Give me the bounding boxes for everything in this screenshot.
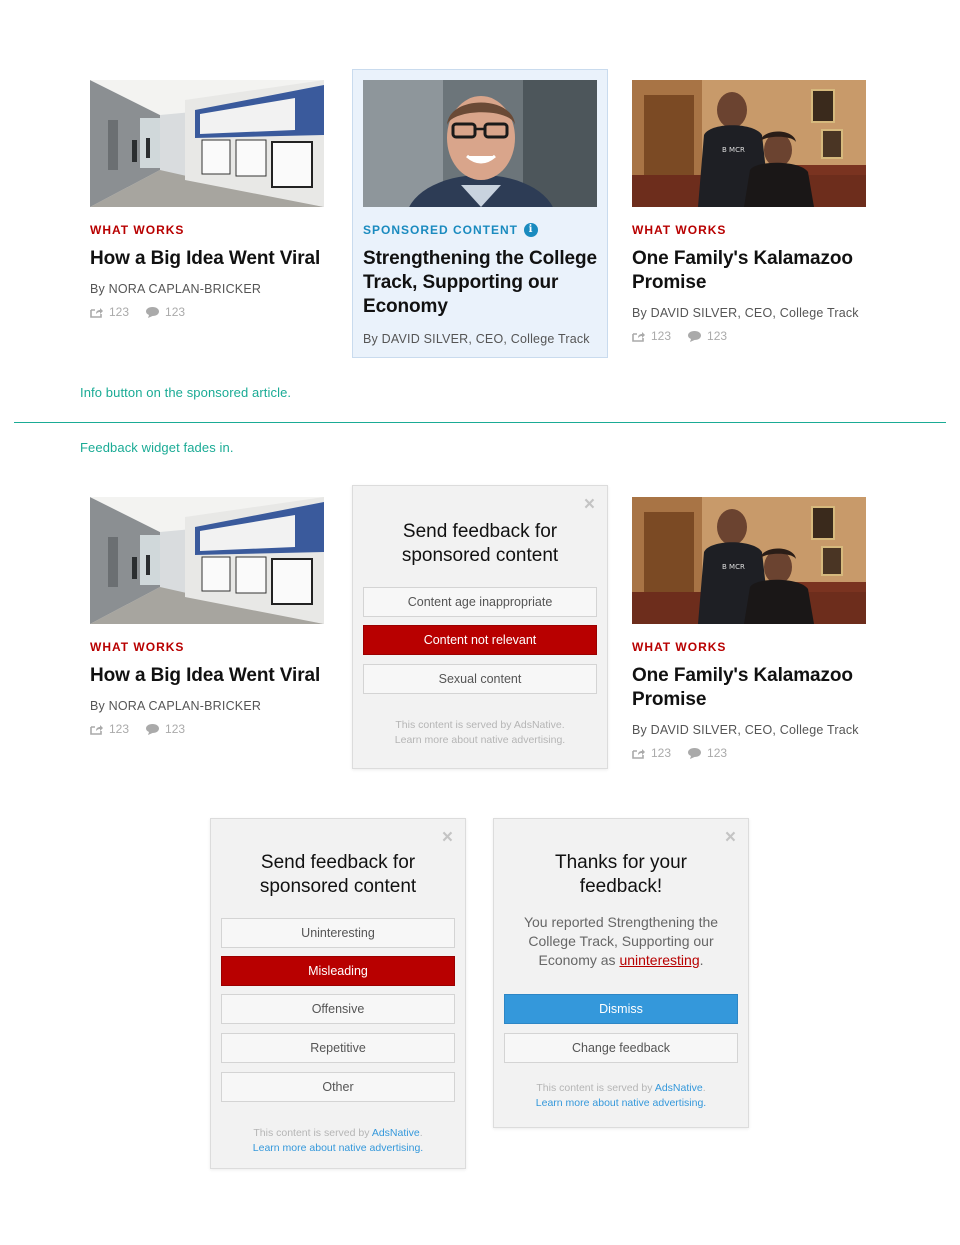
- feedback-title: Send feedback for sponsored content: [259, 852, 417, 897]
- comment-count-value: 123: [707, 329, 728, 343]
- comment-count-value: 123: [165, 305, 186, 319]
- article-meta: 123 123: [632, 745, 866, 761]
- footer-served-by: This content is served by AdsNative.: [395, 719, 565, 731]
- footer-period: .: [419, 1127, 423, 1139]
- article-meta: 123 123: [632, 328, 866, 344]
- article-kicker[interactable]: WHAT WORKS: [90, 639, 324, 655]
- feedback-title: Send feedback for sponsored content: [401, 521, 559, 566]
- article-kicker[interactable]: WHAT WORKS: [632, 639, 866, 655]
- share-count[interactable]: 123: [632, 746, 671, 760]
- sponsored-kicker: SPONSORED CONTENT i: [363, 222, 597, 238]
- article-kicker[interactable]: WHAT WORKS: [90, 222, 324, 238]
- article-meta: 123 123: [90, 304, 324, 320]
- feedback-option[interactable]: Sexual content: [363, 664, 597, 694]
- article-headline[interactable]: How a Big Idea Went Viral: [90, 247, 324, 271]
- article-byline: By DAVID SILVER, CEO, College Track: [632, 723, 859, 737]
- share-count[interactable]: 123: [632, 329, 671, 343]
- thanks-title: Thanks for your feedback!: [555, 852, 687, 897]
- feedback-option[interactable]: Uninteresting: [221, 918, 455, 948]
- hallway-photo[interactable]: [90, 497, 324, 624]
- footer-served-by: This content is served by AdsNative.: [211, 1126, 465, 1141]
- family-photo[interactable]: B MCR: [632, 497, 866, 624]
- section-divider: [14, 422, 946, 423]
- feedback-option[interactable]: Content age inappropriate: [363, 587, 597, 617]
- share-count[interactable]: 123: [90, 722, 129, 736]
- feedback-footer: This content is served by AdsNative. Lea…: [211, 1126, 465, 1156]
- feedback-options: Content age inappropriate Content not re…: [353, 587, 607, 694]
- feedback-widget-expanded: × Send feedback for sponsored content Un…: [210, 818, 466, 1169]
- share-count[interactable]: 123: [90, 305, 129, 319]
- reported-reason-link[interactable]: uninteresting: [619, 952, 699, 968]
- thanks-footer: This content is served by AdsNative. Lea…: [494, 1081, 748, 1111]
- share-icon: [632, 331, 645, 342]
- adsnative-link[interactable]: AdsNative: [372, 1127, 420, 1139]
- annotation-note: Feedback widget fades in.: [80, 440, 234, 455]
- feedback-widget: × Send feedback for sponsored content Co…: [352, 485, 608, 769]
- portrait-photo[interactable]: [363, 80, 597, 207]
- article-meta: 123 123: [90, 721, 324, 737]
- article-headline[interactable]: Strengthening the College Track, Support…: [363, 247, 597, 319]
- share-count-value: 123: [109, 305, 130, 319]
- article-headline[interactable]: One Family's Kalamazoo Promise: [632, 247, 866, 295]
- thanks-widget: × Thanks for your feedback! You reported…: [493, 818, 749, 1128]
- sponsored-article-card[interactable]: SPONSORED CONTENT i Strengthening the Co…: [363, 80, 597, 347]
- comment-count-value: 123: [165, 722, 186, 736]
- feedback-option[interactable]: Other: [221, 1072, 455, 1102]
- article-card[interactable]: B MCR WHAT WORKS One Family's Kalamazoo …: [632, 497, 866, 761]
- sponsored-kicker-label: SPONSORED CONTENT: [363, 223, 519, 237]
- comment-icon: [688, 331, 702, 342]
- share-icon: [90, 724, 103, 735]
- family-photo[interactable]: B MCR: [632, 80, 866, 207]
- feedback-option-selected[interactable]: Misleading: [221, 956, 455, 986]
- feedback-option-selected[interactable]: Content not relevant: [363, 625, 597, 655]
- svg-text:B MCR: B MCR: [722, 563, 745, 571]
- share-count-value: 123: [651, 746, 672, 760]
- article-byline: By DAVID SILVER, CEO, College Track: [632, 306, 859, 320]
- comment-count[interactable]: 123: [145, 722, 185, 736]
- footer-period: .: [702, 1082, 706, 1094]
- footer-learn-more[interactable]: Learn more about native advertising.: [211, 1141, 465, 1156]
- footer-prefix: This content is served by: [253, 1127, 372, 1139]
- info-icon[interactable]: i: [524, 223, 539, 237]
- dismiss-button[interactable]: Dismiss: [504, 994, 738, 1024]
- share-icon: [632, 748, 645, 759]
- comment-count[interactable]: 123: [687, 746, 727, 760]
- footer-prefix: This content is served by: [536, 1082, 655, 1094]
- annotation-note: Info button on the sponsored article.: [80, 385, 292, 400]
- feedback-footer: This content is served by AdsNative. Lea…: [353, 718, 607, 748]
- hallway-photo[interactable]: [90, 80, 324, 207]
- close-icon[interactable]: ×: [442, 828, 453, 847]
- footer-learn-more[interactable]: Learn more about native advertising.: [494, 1096, 748, 1111]
- comment-count[interactable]: 123: [687, 329, 727, 343]
- thanks-message-suffix: .: [699, 952, 704, 968]
- article-headline[interactable]: One Family's Kalamazoo Promise: [632, 664, 866, 712]
- article-card[interactable]: B MCR WHAT WORKS One Family's Kalamazoo …: [632, 80, 866, 344]
- comment-count-value: 123: [707, 746, 728, 760]
- article-byline: By NORA CAPLAN-BRICKER: [90, 699, 262, 713]
- adsnative-link[interactable]: AdsNative: [655, 1082, 703, 1094]
- share-count-value: 123: [109, 722, 130, 736]
- article-kicker[interactable]: WHAT WORKS: [632, 222, 866, 238]
- feedback-option[interactable]: Repetitive: [221, 1033, 455, 1063]
- close-icon[interactable]: ×: [584, 495, 595, 514]
- article-headline[interactable]: How a Big Idea Went Viral: [90, 664, 324, 688]
- change-feedback-button[interactable]: Change feedback: [504, 1033, 738, 1063]
- article-card[interactable]: WHAT WORKS How a Big Idea Went Viral By …: [90, 497, 324, 737]
- footer-learn-more[interactable]: Learn more about native advertising.: [353, 733, 607, 748]
- thanks-message: You reported Strengthening the College T…: [494, 913, 748, 970]
- feedback-option[interactable]: Offensive: [221, 994, 455, 1024]
- article-byline: By DAVID SILVER, CEO, College Track: [363, 332, 590, 346]
- feedback-options: Uninteresting Misleading Offensive Repet…: [211, 918, 465, 1102]
- close-icon[interactable]: ×: [725, 828, 736, 847]
- footer-served-by: This content is served by AdsNative.: [494, 1081, 748, 1096]
- comment-icon: [146, 307, 160, 318]
- svg-text:B MCR: B MCR: [722, 146, 745, 154]
- article-card[interactable]: WHAT WORKS How a Big Idea Went Viral By …: [90, 80, 324, 320]
- article-byline: By NORA CAPLAN-BRICKER: [90, 282, 262, 296]
- share-count-value: 123: [651, 329, 672, 343]
- comment-icon: [688, 748, 702, 759]
- share-icon: [90, 307, 103, 318]
- comment-icon: [146, 724, 160, 735]
- comment-count[interactable]: 123: [145, 305, 185, 319]
